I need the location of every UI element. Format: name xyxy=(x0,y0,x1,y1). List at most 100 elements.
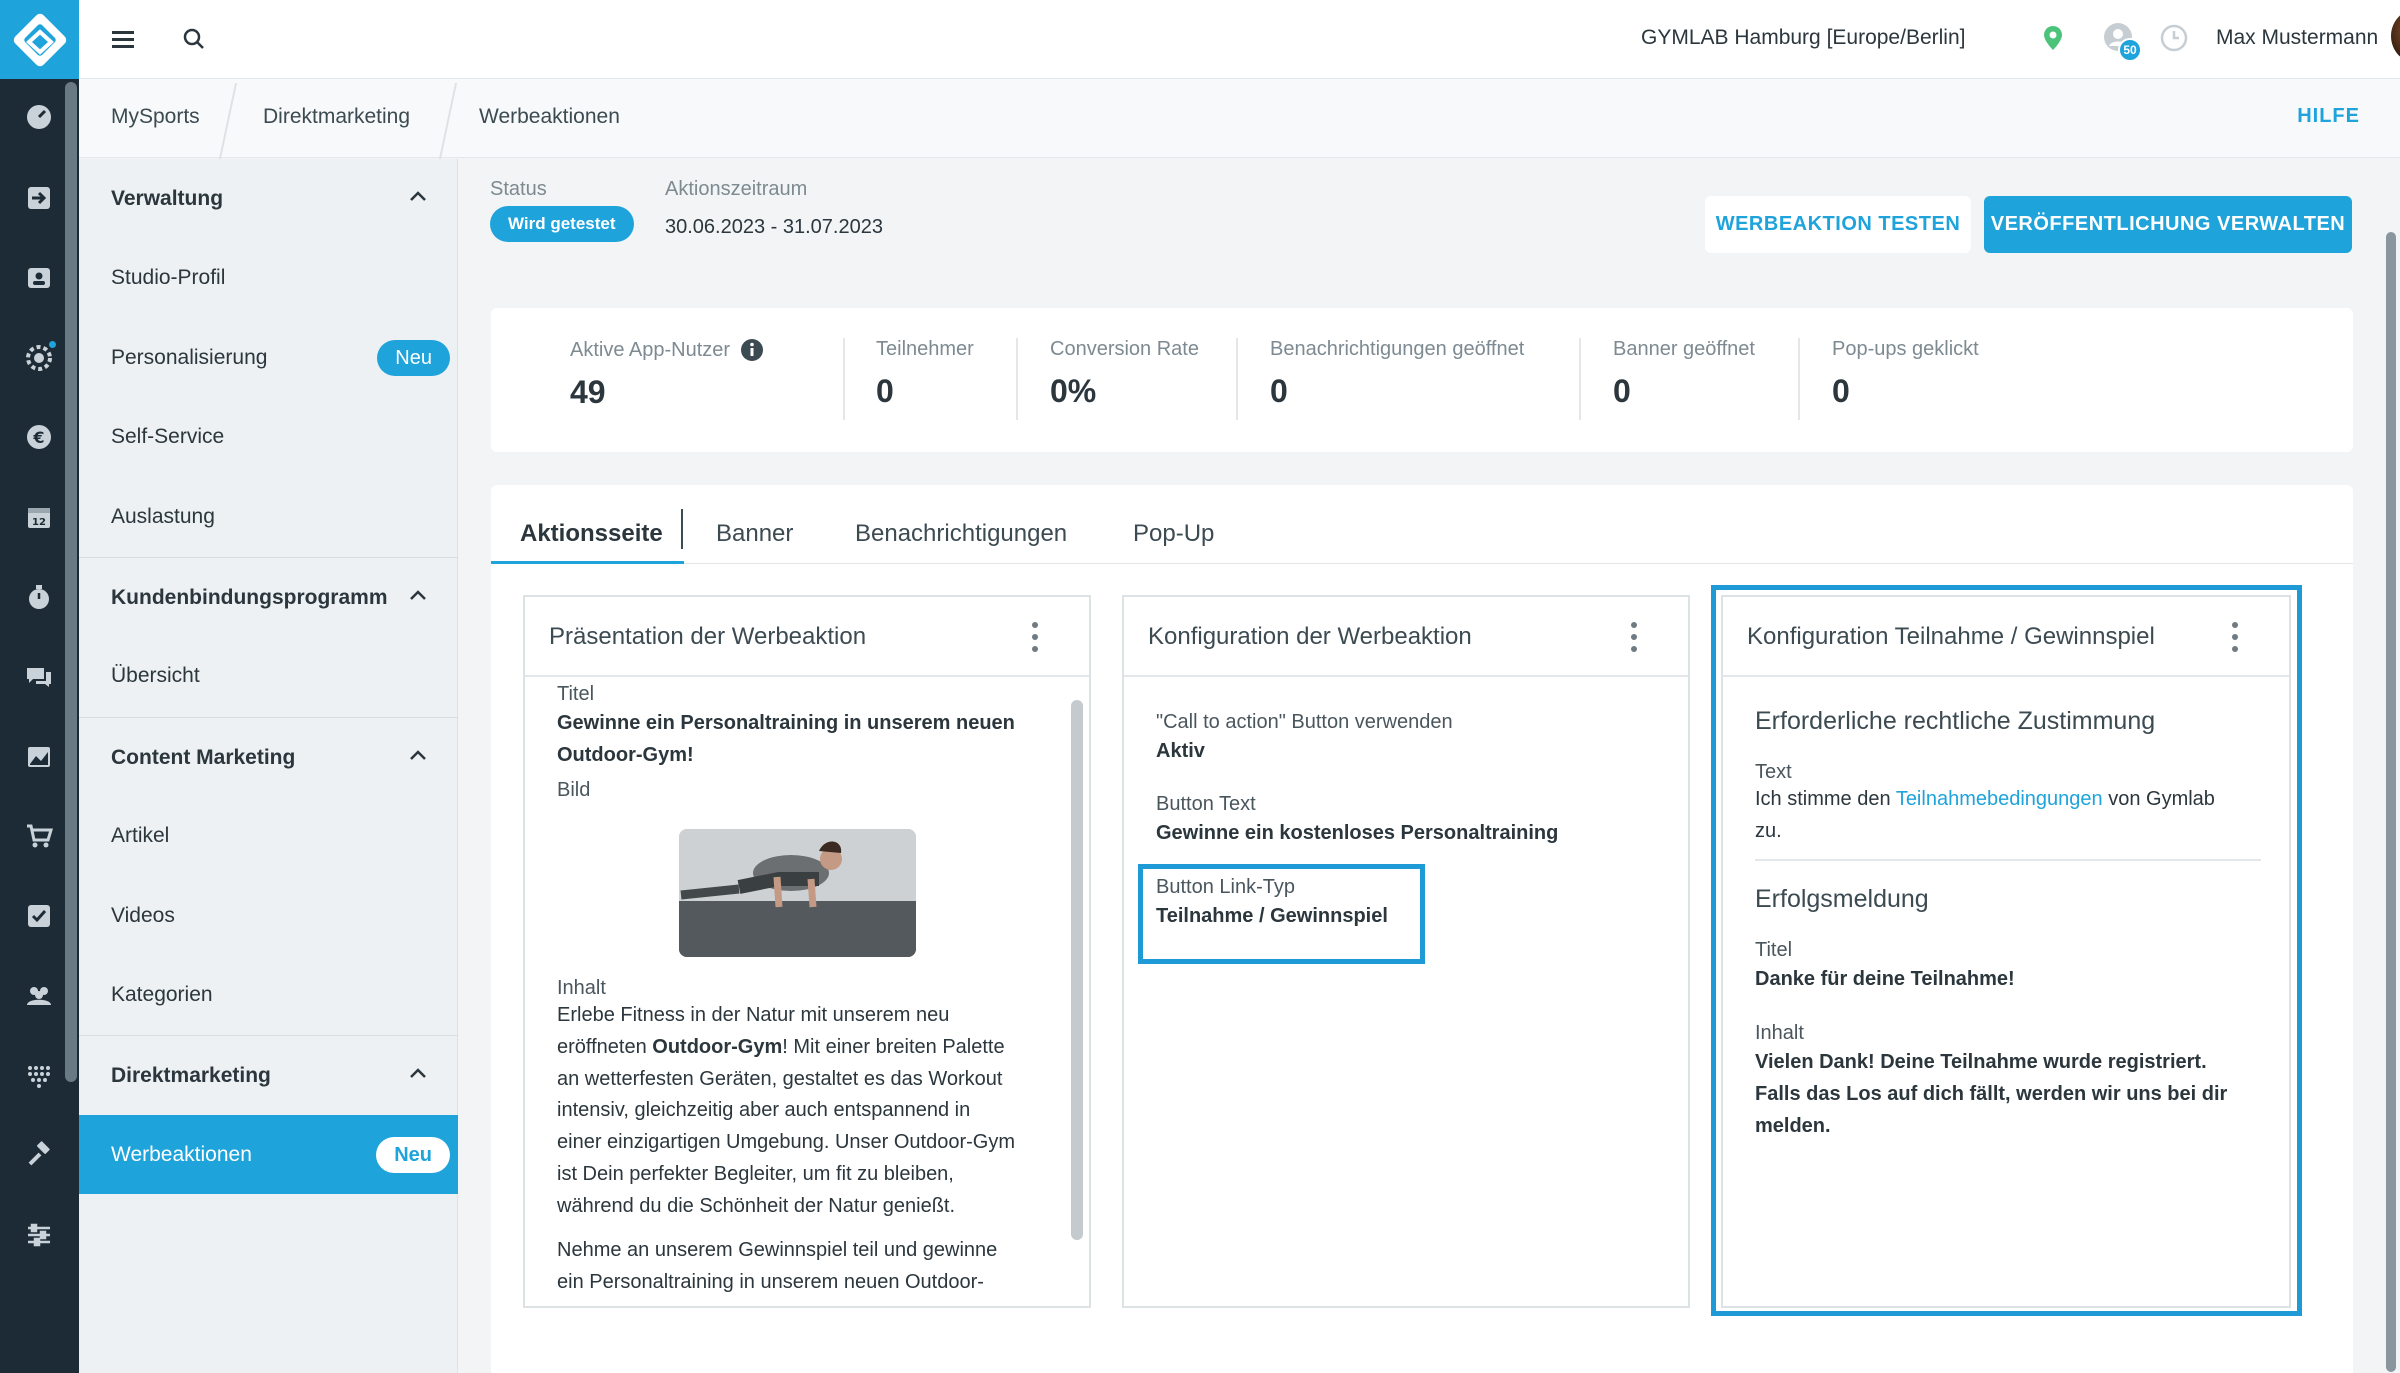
more-vertical-icon[interactable] xyxy=(1031,619,1039,655)
field-label: Button Text xyxy=(1156,793,1256,815)
kpi-divider xyxy=(1016,338,1018,420)
chat-icon[interactable] xyxy=(22,660,56,694)
clock-icon[interactable] xyxy=(2160,24,2188,57)
test-campaign-button[interactable]: WERBEAKTION TESTEN xyxy=(1705,196,1971,253)
sliders-icon[interactable] xyxy=(22,1218,56,1252)
kpi-divider xyxy=(1236,338,1238,420)
sidebar-item-label: Übersicht xyxy=(111,664,200,687)
app-rail: € 12 xyxy=(0,0,79,1373)
active-tab-indicator xyxy=(491,561,684,564)
kpi-conversion-rate: Conversion Rate 0% xyxy=(1050,338,1199,410)
sidebar-section-verwaltung[interactable]: Verwaltung xyxy=(79,159,458,238)
period-label: Aktionszeitraum xyxy=(665,178,808,200)
chart-image-icon[interactable] xyxy=(22,740,56,774)
main-scrollbar[interactable] xyxy=(2386,232,2396,1372)
hamburger-menu-icon[interactable] xyxy=(109,24,139,54)
sidebar-item-videos[interactable]: Videos xyxy=(79,876,458,955)
euro-icon[interactable]: € xyxy=(22,420,56,454)
sidebar-item-self-service[interactable]: Self-Service xyxy=(79,397,458,476)
breadcrumb-item-mysports[interactable]: MySports xyxy=(111,105,200,129)
new-badge: Neu xyxy=(377,340,450,376)
sidebar-item-label: Kategorien xyxy=(111,983,213,1006)
kpi-banner-opened: Banner geöffnet 0 xyxy=(1613,338,1755,410)
manage-publication-button[interactable]: VERÖFFENTLICHUNG VERWALTEN xyxy=(1984,196,2352,253)
breadcrumb-item-werbeaktionen: Werbeaktionen xyxy=(479,105,620,128)
kpi-value: 0% xyxy=(1050,373,1097,409)
contacts-icon[interactable] xyxy=(22,261,56,295)
kpi-label: Pop-ups geklickt xyxy=(1832,338,1979,360)
tab-pop-up[interactable]: Pop-Up xyxy=(1133,505,1214,562)
logo-icon xyxy=(13,13,66,66)
tabs-border xyxy=(491,563,2353,564)
field-label: Inhalt xyxy=(557,977,606,999)
breadcrumb-item-direktmarketing[interactable]: Direktmarketing xyxy=(263,105,410,129)
tab-benachrichtigungen[interactable]: Benachrichtigungen xyxy=(855,505,1067,562)
stopwatch-icon[interactable] xyxy=(22,580,56,614)
sidebar-item-label: Artikel xyxy=(111,824,170,847)
hammer-icon[interactable] xyxy=(22,1138,56,1172)
panel-divider xyxy=(525,675,1089,677)
content-text-line: an wetterfesten Geräten, gestaltet es da… xyxy=(557,1068,1003,1090)
checkbox-icon[interactable] xyxy=(22,899,56,933)
info-icon[interactable] xyxy=(740,338,764,362)
svg-text:12: 12 xyxy=(32,517,46,528)
sidebar-section-content-marketing[interactable]: Content Marketing xyxy=(79,717,458,796)
promo-title-line: Gewinne ein Personaltraining in unserem … xyxy=(557,712,1015,734)
sidebar-section-direktmarketing[interactable]: Direktmarketing xyxy=(79,1035,458,1114)
tab-banner[interactable]: Banner xyxy=(716,505,793,562)
sidebar-item-uebersicht[interactable]: Übersicht xyxy=(79,636,458,715)
svg-text:€: € xyxy=(32,428,44,447)
user-name[interactable]: Max Mustermann xyxy=(2216,26,2378,50)
sidebar-section-kundenbindungsprogramm[interactable]: Kundenbindungsprogramm xyxy=(79,557,458,636)
search-icon[interactable] xyxy=(179,24,209,54)
field-value: Aktiv xyxy=(1156,740,1205,762)
sidebar-item-werbeaktionen[interactable]: Werbeaktionen Neu xyxy=(79,1115,458,1194)
kpi-label: Teilnehmer xyxy=(876,338,974,360)
presentation-panel-scrollbar[interactable] xyxy=(1071,700,1083,1240)
sidebar-item-label: Studio-Profil xyxy=(111,266,226,289)
app-logo[interactable] xyxy=(0,0,79,79)
panel-divider xyxy=(1124,675,1688,677)
sidebar-item-studio-profil[interactable]: Studio-Profil xyxy=(79,238,458,317)
dashboard-icon[interactable] xyxy=(22,100,56,134)
sidebar-item-label: Auslastung xyxy=(111,505,215,528)
kpi-label: Conversion Rate xyxy=(1050,338,1199,360)
status-badge: Wird getestet xyxy=(490,206,634,242)
kpi-active-app-users: Aktive App-Nutzer 49 xyxy=(570,338,764,411)
promo-title-line: Outdoor-Gym! xyxy=(557,744,694,766)
sidebar-item-auslastung[interactable]: Auslastung xyxy=(79,477,458,556)
sidebar-section-title: Kundenbindungsprogramm xyxy=(111,586,388,609)
content-text-line: intensiv, gleichzeitig aber auch entspan… xyxy=(557,1099,971,1121)
field-label: Bild xyxy=(557,779,591,801)
settings-gear-icon[interactable] xyxy=(22,339,58,375)
shopping-cart-icon[interactable] xyxy=(22,819,56,853)
more-vertical-icon[interactable] xyxy=(1630,619,1638,655)
sidebar: Verwaltung Studio-Profil Personalisierun… xyxy=(79,159,458,1373)
dot-grid-icon[interactable] xyxy=(22,1058,56,1092)
sidebar-item-kategorien[interactable]: Kategorien xyxy=(79,955,458,1034)
location-pin-icon xyxy=(2043,25,2063,56)
group-icon[interactable] xyxy=(22,979,56,1013)
content-text-line: eröffneten Outdoor-Gym! Mit einer breite… xyxy=(557,1036,1005,1058)
sidebar-item-label: Videos xyxy=(111,904,175,927)
avatar[interactable] xyxy=(2391,8,2400,64)
location-label[interactable]: GYMLAB Hamburg [Europe/Berlin] xyxy=(1641,26,1965,50)
tab-aktionsseite[interactable]: Aktionsseite xyxy=(520,505,663,562)
field-label: "Call to action" Button verwenden xyxy=(1156,711,1453,733)
login-icon[interactable] xyxy=(22,181,56,215)
chevron-up-icon[interactable] xyxy=(408,748,428,762)
status-label: Status xyxy=(490,178,547,200)
content-text-line: Erlebe Fitness in der Natur mit unserem … xyxy=(557,1004,950,1026)
help-link[interactable]: HILFE xyxy=(2297,105,2360,128)
chevron-up-icon[interactable] xyxy=(408,1066,428,1080)
kpi-divider xyxy=(1579,338,1581,420)
chevron-up-icon[interactable] xyxy=(408,588,428,602)
calendar-icon[interactable]: 12 xyxy=(22,500,56,534)
rail-scrollbar[interactable] xyxy=(65,82,77,1082)
panel-title: Konfiguration der Werbeaktion xyxy=(1148,623,1472,650)
breadcrumb: MySports Direktmarketing Werbeaktionen H… xyxy=(79,79,2400,159)
sidebar-item-artikel[interactable]: Artikel xyxy=(79,796,458,875)
kpi-value: 0 xyxy=(1613,373,1631,409)
chevron-up-icon[interactable] xyxy=(408,189,428,203)
sidebar-item-personalisierung[interactable]: Personalisierung Neu xyxy=(79,318,458,397)
